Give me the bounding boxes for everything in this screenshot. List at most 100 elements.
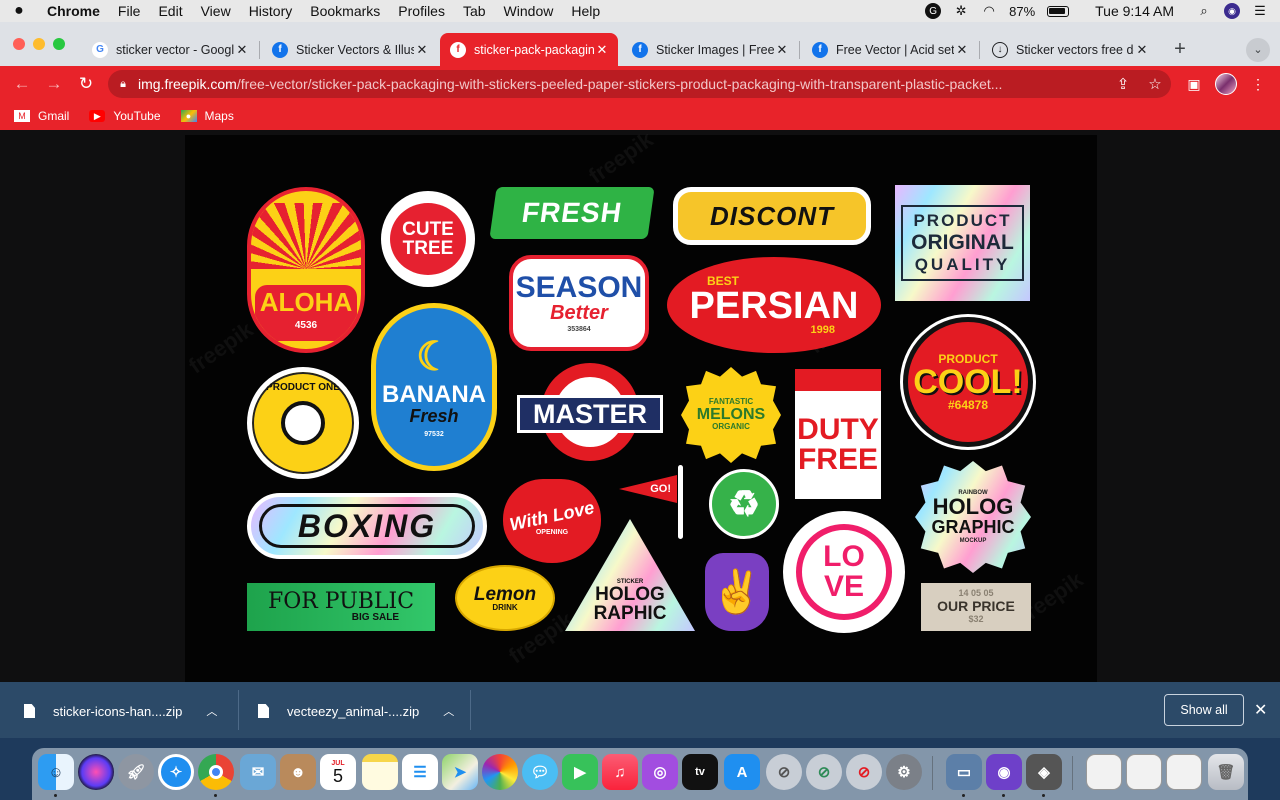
github-desktop-icon[interactable]: ◉ [986,754,1022,790]
podcasts-icon[interactable]: ◎ [642,754,678,790]
facetime-icon[interactable]: ▶ [562,754,598,790]
zoom-window-icon[interactable] [53,38,65,50]
forward-icon[interactable]: → [42,72,66,96]
tab-divider [259,41,260,59]
control-center-icon[interactable]: ☰ [1252,3,1268,19]
menu-history[interactable]: History [240,0,302,22]
apple-menu-icon[interactable]: ● [0,2,38,20]
better-label: Better [550,302,608,324]
menu-bookmarks[interactable]: Bookmarks [301,0,389,22]
bookmarks-bar: M Gmail ▶ YouTube ● Maps [0,102,1280,130]
launchpad-icon[interactable]: 🚀︎ [118,754,154,790]
tab-sticker-pack-packaging[interactable]: f sticker-pack-packaging ✕ [440,33,618,66]
menu-edit[interactable]: Edit [149,0,191,22]
browser-toolbar: ← → ↻ 🔒︎ img.freepik.com/free-vector/sti… [0,66,1280,102]
notes-icon[interactable] [362,754,398,790]
bookmark-maps[interactable]: ● Maps [180,109,234,123]
grammarly-icon[interactable]: G [925,3,942,19]
menu-help[interactable]: Help [562,0,609,22]
minimize-window-icon[interactable] [33,38,45,50]
reminders-icon[interactable]: ☰ [402,754,438,790]
menu-window[interactable]: Window [495,0,563,22]
lemon-label: Lemon [473,583,537,605]
back-icon[interactable]: ← [10,72,34,96]
trash-icon[interactable]: 🗑︎ [1208,754,1244,790]
finder-icon[interactable]: ☺ [38,754,74,790]
bookmark-gmail[interactable]: M Gmail [14,109,69,123]
preview-icon[interactable]: ▭ [946,754,982,790]
menubar-clock[interactable]: Tue 9:14 AM [1095,3,1174,19]
calendar-icon[interactable]: JUL 5 [320,754,356,790]
safari-icon[interactable]: ✧ [158,754,194,790]
bookmark-youtube[interactable]: ▶ YouTube [89,109,161,123]
url-text[interactable]: img.freepik.com/free-vector/sticker-pack… [138,76,1107,92]
menu-view[interactable]: View [192,0,240,22]
vpn-icon[interactable]: ✲ [953,3,969,19]
menu-app-name[interactable]: Chrome [38,0,109,22]
tab-close-icon[interactable]: ✕ [774,42,790,58]
download-item[interactable]: sticker-icons-han....zip ︿ [24,700,217,722]
share-icon[interactable]: ⇪ [1107,75,1139,93]
siri-icon[interactable]: ◉ [1224,3,1240,19]
tab-acid-set[interactable]: f Free Vector | Acid set ✕ [802,33,978,66]
wifi-icon[interactable]: ◠ [981,3,997,19]
tab-sticker-images[interactable]: f Sticker Images | Free Vectors ✕ [622,33,798,66]
blocked-app-icon-1[interactable]: ⊘ [766,754,802,790]
tab-search-icon[interactable]: ⌄ [1246,38,1270,62]
bookmark-label: YouTube [113,109,161,123]
season-number: 353864 [567,326,591,333]
maps-icon[interactable]: ➤ [442,754,478,790]
tab-close-icon[interactable]: ✕ [954,42,970,58]
tab-close-icon[interactable]: ✕ [234,42,250,58]
tab-sticker-vectors-free[interactable]: ↓ Sticker vectors free download ✕ [982,33,1158,66]
tv-icon[interactable]: tv [682,754,718,790]
chrome-menu-icon[interactable]: ⋮ [1248,74,1268,94]
page-viewport[interactable]: freepik freepik freepik freepik freepik … [0,130,1280,682]
menu-file[interactable]: File [109,0,150,22]
siri-icon[interactable] [78,754,114,790]
close-downloads-icon[interactable]: ✕ [1254,700,1267,720]
spotlight-search-icon[interactable]: ⌕ [1196,3,1212,19]
sticker-image[interactable]: freepik freepik freepik freepik freepik … [184,130,1097,682]
close-window-icon[interactable] [13,38,25,50]
tab-sticker-vectors[interactable]: f Sticker Vectors & Illustrations ✕ [262,33,438,66]
tab-close-icon[interactable]: ✕ [1134,42,1150,58]
sticker-love: LOVE [783,511,905,633]
chevron-up-icon[interactable]: ︿ [206,703,217,719]
music-icon[interactable]: ♫ [602,754,638,790]
battery-percent: 87% [1009,3,1036,19]
messages-icon[interactable]: 💬︎ [522,754,558,790]
cool-label: COOL! [913,363,1023,401]
address-bar[interactable]: 🔒︎ img.freepik.com/free-vector/sticker-p… [108,70,1171,98]
system-preferences-icon[interactable]: ⚙ [886,754,922,790]
reload-icon[interactable]: ↻ [74,72,98,96]
download-filename: sticker-icons-han....zip [53,703,183,719]
profile-avatar[interactable] [1215,73,1237,95]
downloads-stack-icon[interactable] [1086,754,1122,790]
menu-tab[interactable]: Tab [454,0,495,22]
screenshots-stack-icon[interactable] [1166,754,1202,790]
app-store-icon[interactable]: A [724,754,760,790]
chrome-icon[interactable] [198,754,234,790]
blocked-app-icon-2[interactable]: ⊘ [806,754,842,790]
tab-close-icon[interactable]: ✕ [414,42,430,58]
download-item[interactable]: vecteezy_animal-....zip ︿ [258,700,454,722]
photos-icon[interactable] [482,754,518,790]
bookmark-star-icon[interactable]: ☆ [1139,75,1171,93]
unity-icon[interactable]: ◈ [1026,754,1062,790]
menu-profiles[interactable]: Profiles [389,0,454,22]
side-panel-icon[interactable]: ▣ [1184,74,1204,94]
download-favicon-icon: ↓ [992,41,1008,58]
chevron-up-icon[interactable]: ︿ [443,703,454,719]
quality-label: QUALITY [914,255,1011,275]
battery-icon[interactable] [1047,5,1070,17]
tab-google-search[interactable]: G sticker vector - Google Search ✕ [82,33,258,66]
show-all-button[interactable]: Show all [1164,694,1244,726]
new-tab-icon[interactable]: + [1168,37,1192,61]
contacts-icon[interactable]: ☻ [280,754,316,790]
lock-icon[interactable]: 🔒︎ [108,78,138,91]
blocked-app-icon-3[interactable]: ⊘ [846,754,882,790]
tab-close-icon[interactable]: ✕ [594,42,610,58]
mail-icon[interactable]: ✉ [240,754,276,790]
documents-stack-icon[interactable] [1126,754,1162,790]
